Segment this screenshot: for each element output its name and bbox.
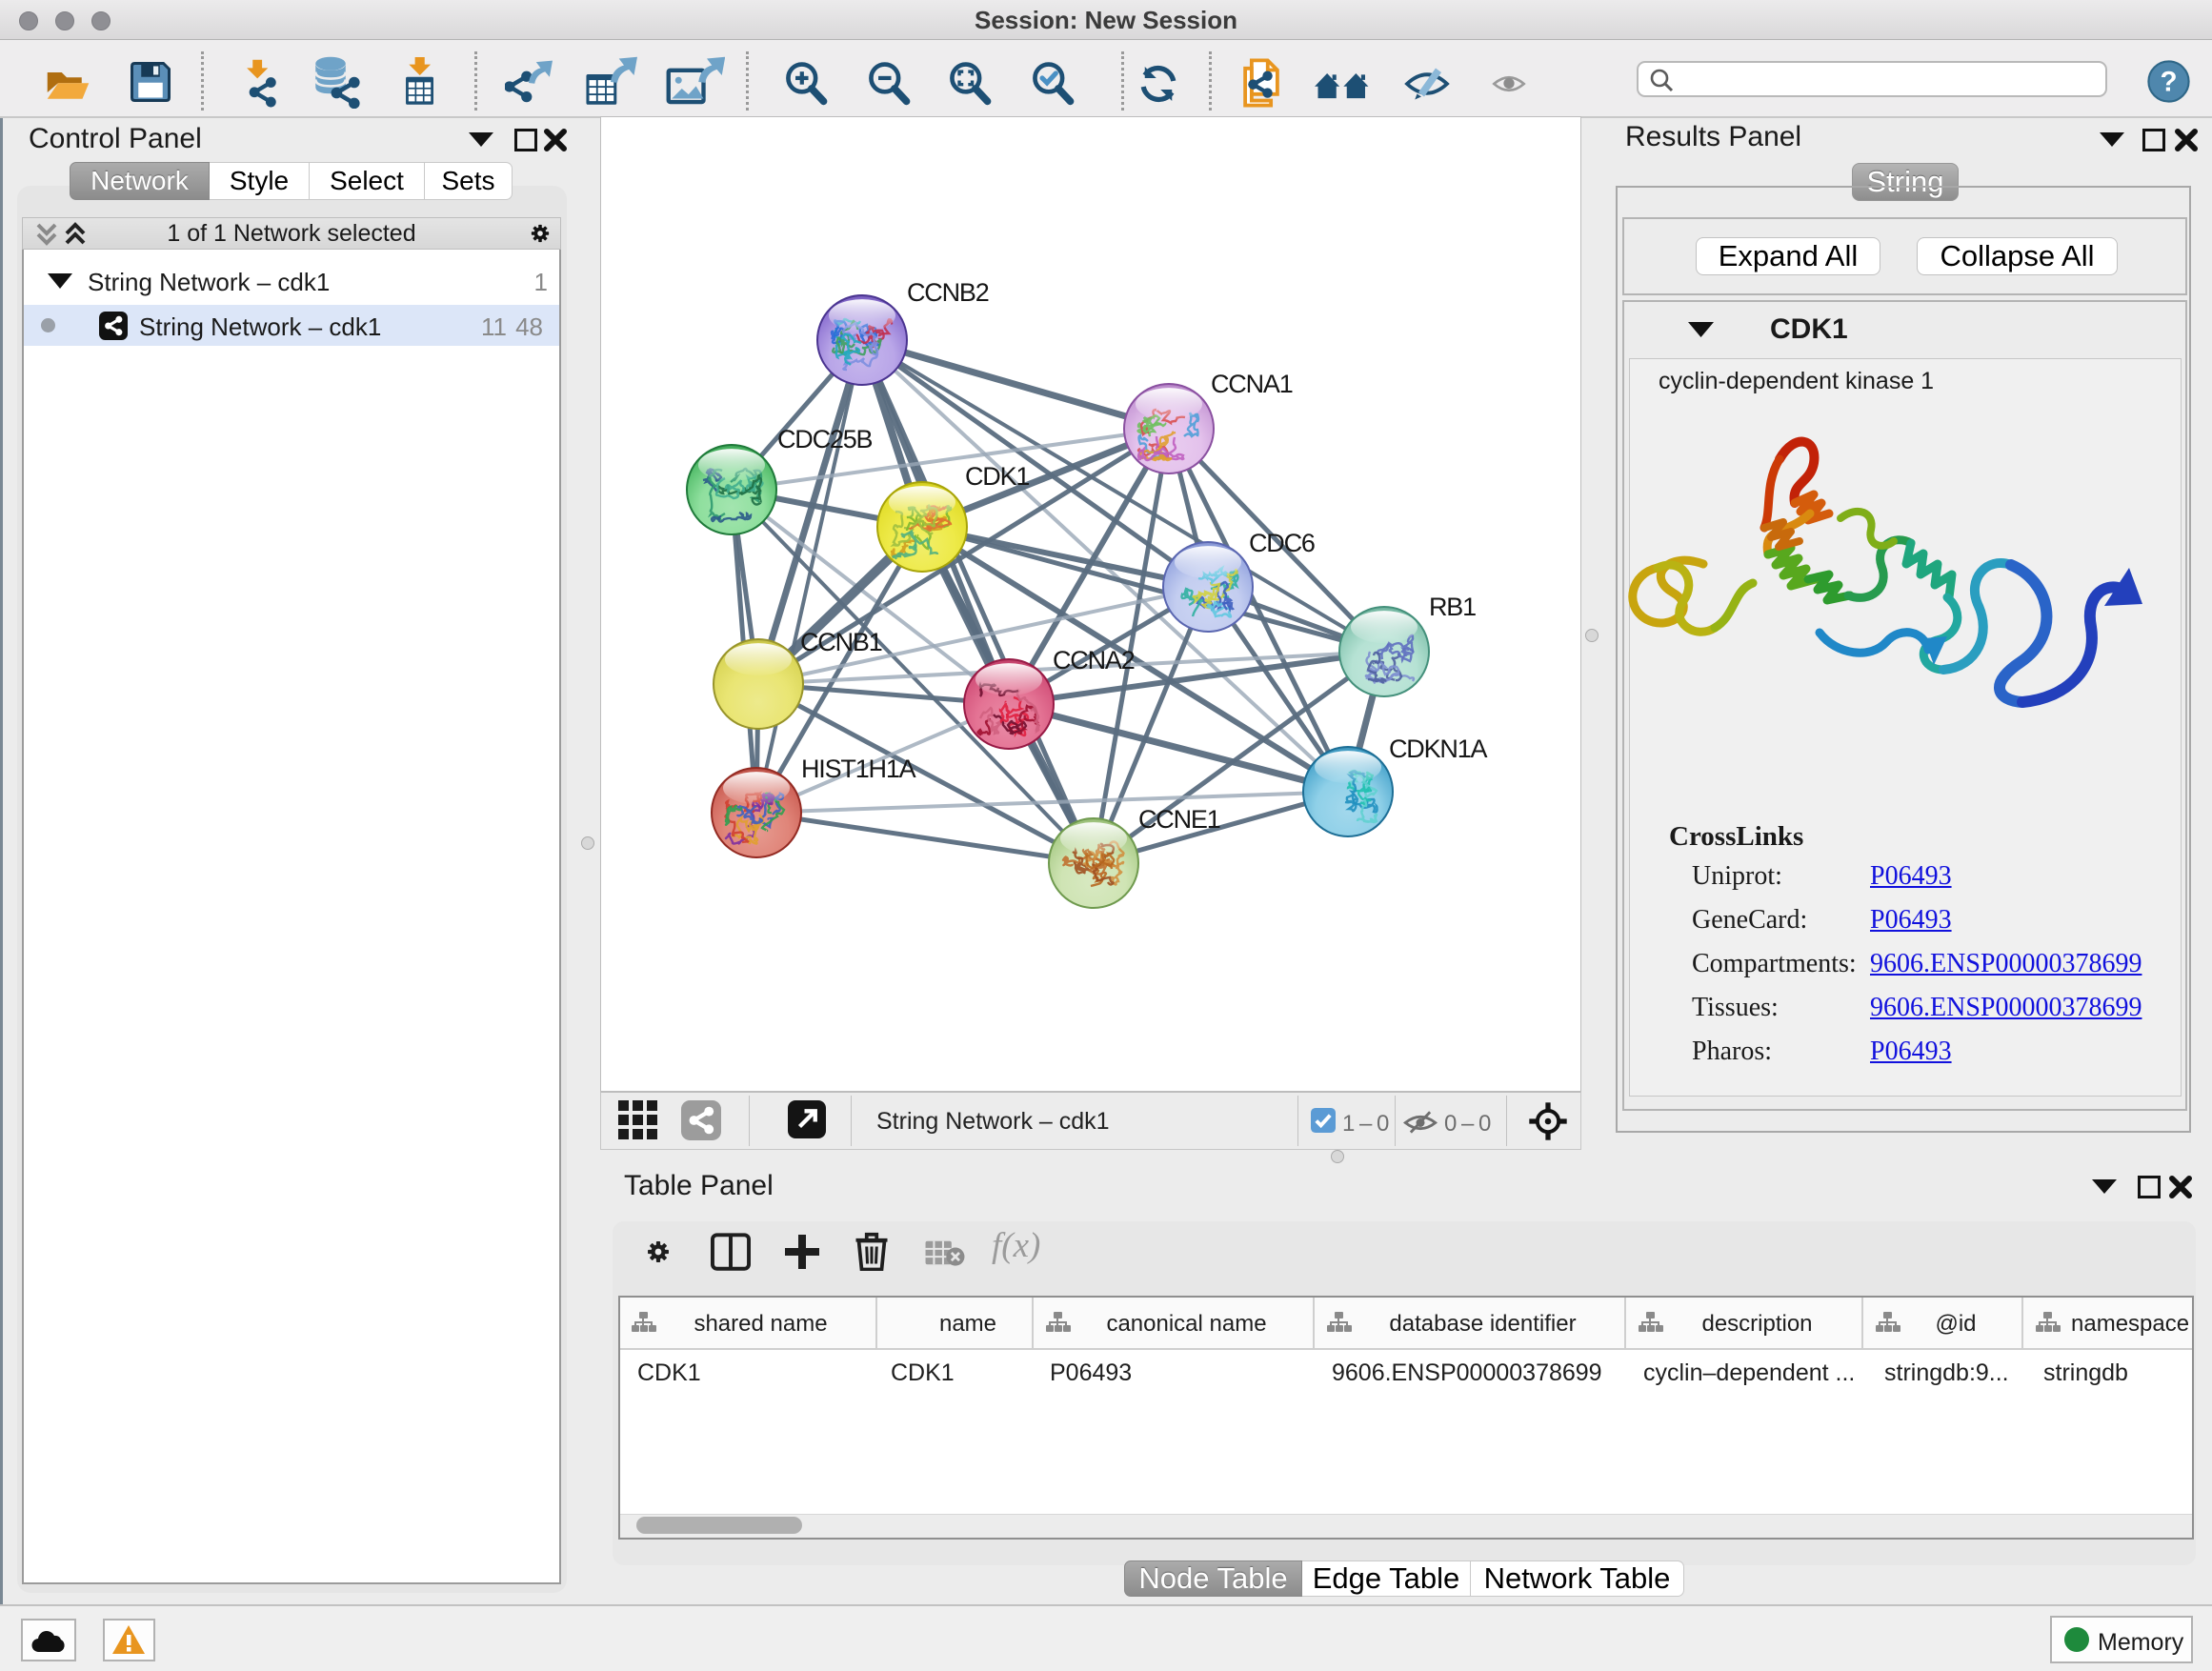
svg-text:?: ? bbox=[2160, 66, 2177, 97]
svg-text:CDC25B: CDC25B bbox=[777, 425, 873, 453]
svg-text:CDK1: CDK1 bbox=[965, 462, 1029, 491]
svg-text:CCNB1: CCNB1 bbox=[800, 628, 882, 656]
svg-text:CCNA1: CCNA1 bbox=[1211, 370, 1293, 398]
svg-text:CCNA2: CCNA2 bbox=[1053, 646, 1135, 674]
svg-text:CCNE1: CCNE1 bbox=[1138, 805, 1220, 834]
svg-text:CCNB2: CCNB2 bbox=[907, 278, 989, 307]
svg-text:CDKN1A: CDKN1A bbox=[1389, 735, 1488, 763]
svg-text:CDC6: CDC6 bbox=[1249, 529, 1315, 557]
svg-text:HIST1H1A: HIST1H1A bbox=[801, 755, 916, 783]
svg-text:RB1: RB1 bbox=[1429, 593, 1476, 621]
